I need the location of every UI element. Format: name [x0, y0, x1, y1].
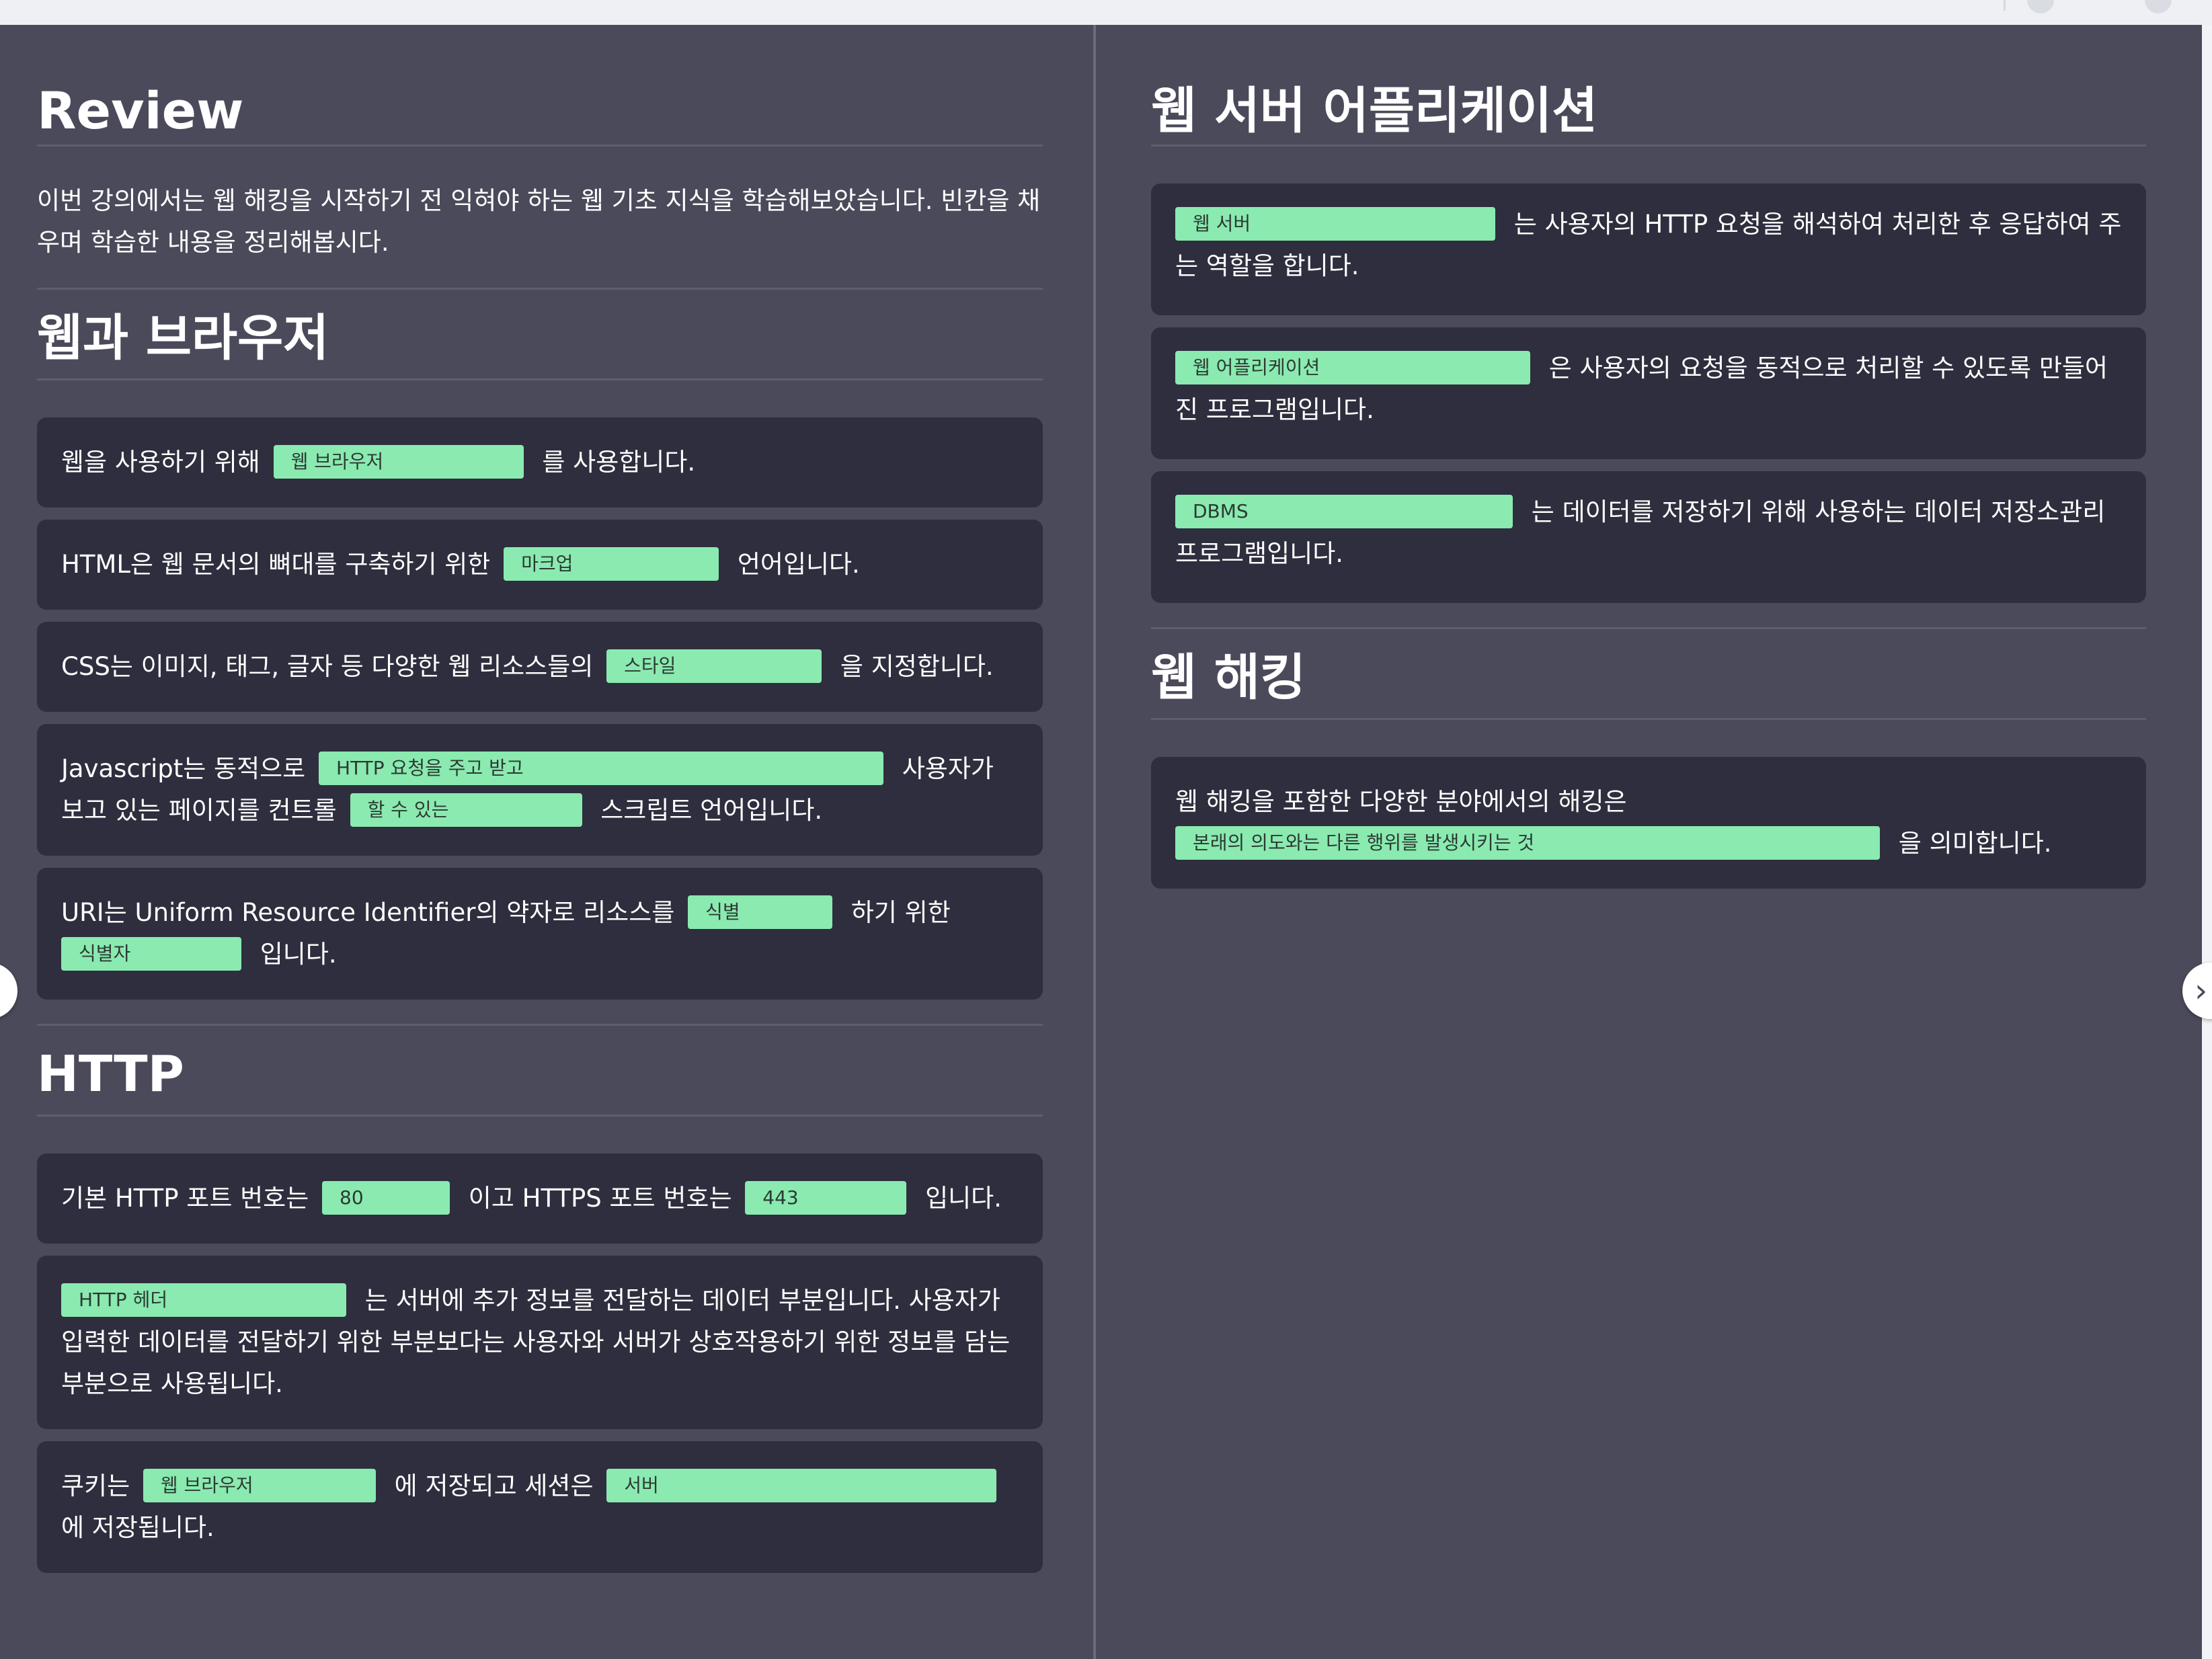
quiz-blank[interactable]: HTTP 헤더: [61, 1283, 346, 1317]
quiz-text: 를 사용합니다.: [542, 448, 696, 477]
review-title: Review: [37, 81, 244, 140]
chevron-right-icon: ›: [2195, 972, 2208, 1010]
quiz-card-cookie: 쿠키는 웹 브라우저 에 저장되고 세션은 서버 에 저장됩니다.: [37, 1441, 1043, 1573]
web-server-app-title: 웹 서버 어플리케이션: [1151, 82, 1598, 140]
slide-stage: Review 이번 강의에서는 웹 해킹을 시작하기 전 익혀야 하는 웹 기초…: [0, 25, 2212, 1659]
left-page-content: Review 이번 강의에서는 웹 해킹을 시작하기 전 익혀야 하는 웹 기초…: [37, 25, 1043, 1573]
quiz-blank[interactable]: 할 수 있는: [350, 793, 582, 827]
web-browser-title: 웹과 브라우저: [37, 309, 329, 367]
quiz-text: 웹 해킹을 포함한 다양한 분야에서의 해킹은: [1175, 787, 1627, 816]
quiz-card-web-browser: 웹을 사용하기 위해 웹 브라우저 를 사용합니다.: [37, 417, 1043, 508]
http-title: HTTP: [37, 1045, 184, 1103]
top-bar-divider: [2004, 0, 2006, 11]
quiz-blank[interactable]: 80: [322, 1180, 450, 1215]
quiz-card-web-application: 웹 어플리케이션 은 사용자의 요청을 동적으로 처리할 수 있도록 만들어진 …: [1151, 327, 2146, 459]
quiz-blank[interactable]: 웹 브라우저: [273, 444, 524, 479]
right-page-content: 웹 서버 어플리케이션 웹 서버 는 사용자의 HTTP 요청을 해석하여 처리…: [1151, 25, 2146, 889]
quiz-text: 입니다.: [260, 940, 337, 969]
quiz-text: 입니다.: [925, 1184, 1002, 1213]
quiz-text: 하기 위한: [851, 898, 951, 927]
quiz-text: URI는 Uniform Resource Identifier의 약자로 리소…: [61, 898, 675, 927]
right-edge-scroll-area: [2202, 25, 2212, 1659]
right-page: 웹 서버 어플리케이션 웹 서버 는 사용자의 HTTP 요청을 해석하여 처리…: [1096, 25, 2202, 1659]
quiz-text: 이고 HTTPS 포트 번호는: [468, 1184, 732, 1213]
quiz-blank[interactable]: 웹 서버: [1175, 206, 1495, 241]
quiz-blank[interactable]: 마크업: [504, 547, 719, 581]
quiz-text: 쿠키는: [61, 1471, 130, 1500]
quiz-text: 언어입니다.: [737, 550, 860, 579]
quiz-blank[interactable]: DBMS: [1175, 494, 1513, 528]
quiz-blank[interactable]: 본래의 의도와는 다른 행위를 발생시키는 것: [1175, 825, 1880, 860]
left-page: Review 이번 강의에서는 웹 해킹을 시작하기 전 익혀야 하는 웹 기초…: [0, 25, 1096, 1659]
top-bar-button-icon[interactable]: [2145, 0, 2172, 13]
quiz-text: 웹을 사용하기 위해: [61, 448, 260, 477]
quiz-card-javascript: Javascript는 동적으로 HTTP 요청을 주고 받고 사용자가 보고 …: [37, 724, 1043, 856]
quiz-card-uri: URI는 Uniform Resource Identifier의 약자로 리소…: [37, 868, 1043, 1000]
quiz-blank[interactable]: 서버: [606, 1468, 997, 1502]
quiz-text: 에 저장되고 세션은: [394, 1471, 594, 1500]
review-intro: 이번 강의에서는 웹 해킹을 시작하기 전 익혀야 하는 웹 기초 지식을 학습…: [37, 186, 1041, 257]
quiz-card-html: HTML은 웹 문서의 뼈대를 구축하기 위한 마크업 언어입니다.: [37, 520, 1043, 610]
quiz-blank[interactable]: HTTP 요청을 주고 받고: [319, 751, 883, 785]
quiz-text: 에 저장됩니다.: [61, 1513, 214, 1542]
quiz-blank[interactable]: 식별자: [61, 936, 241, 971]
quiz-blank[interactable]: 스타일: [606, 649, 822, 683]
quiz-text: 기본 HTTP 포트 번호는: [61, 1184, 309, 1213]
quiz-card-web-hacking: 웹 해킹을 포함한 다양한 분야에서의 해킹은 본래의 의도와는 다른 행위를 …: [1151, 757, 2146, 889]
quiz-text: 을 의미합니다.: [1898, 829, 2052, 858]
quiz-text: HTML은 웹 문서의 뼈대를 구축하기 위한: [61, 550, 491, 579]
quiz-card-ports: 기본 HTTP 포트 번호는 80 이고 HTTPS 포트 번호는 443 입니…: [37, 1154, 1043, 1244]
quiz-card-web-server: 웹 서버 는 사용자의 HTTP 요청을 해석하여 처리한 후 응답하여 주는 …: [1151, 184, 2146, 315]
web-hacking-title: 웹 해킹: [1151, 649, 1306, 706]
quiz-blank[interactable]: 식별: [688, 895, 833, 929]
top-bar: [0, 0, 2212, 25]
top-bar-button-icon[interactable]: [2027, 0, 2054, 13]
quiz-blank[interactable]: 웹 어플리케이션: [1175, 350, 1530, 385]
quiz-card-dbms: DBMS 는 데이터를 저장하기 위해 사용하는 데이터 저장소관리 프로그램입…: [1151, 471, 2146, 603]
quiz-blank[interactable]: 443: [745, 1180, 907, 1215]
quiz-text: 을 지정합니다.: [840, 652, 994, 681]
quiz-card-css: CSS는 이미지, 태그, 글자 등 다양한 웹 리소스들의 스타일 을 지정합…: [37, 622, 1043, 712]
quiz-blank[interactable]: 웹 브라우저: [143, 1468, 376, 1502]
quiz-card-http-header: HTTP 헤더 는 서버에 추가 정보를 전달하는 데이터 부분입니다. 사용자…: [37, 1256, 1043, 1429]
quiz-text: Javascript는 동적으로: [61, 754, 306, 783]
quiz-text: 스크립트 언어입니다.: [600, 796, 823, 825]
quiz-text: CSS는 이미지, 태그, 글자 등 다양한 웹 리소스들의: [61, 652, 594, 681]
